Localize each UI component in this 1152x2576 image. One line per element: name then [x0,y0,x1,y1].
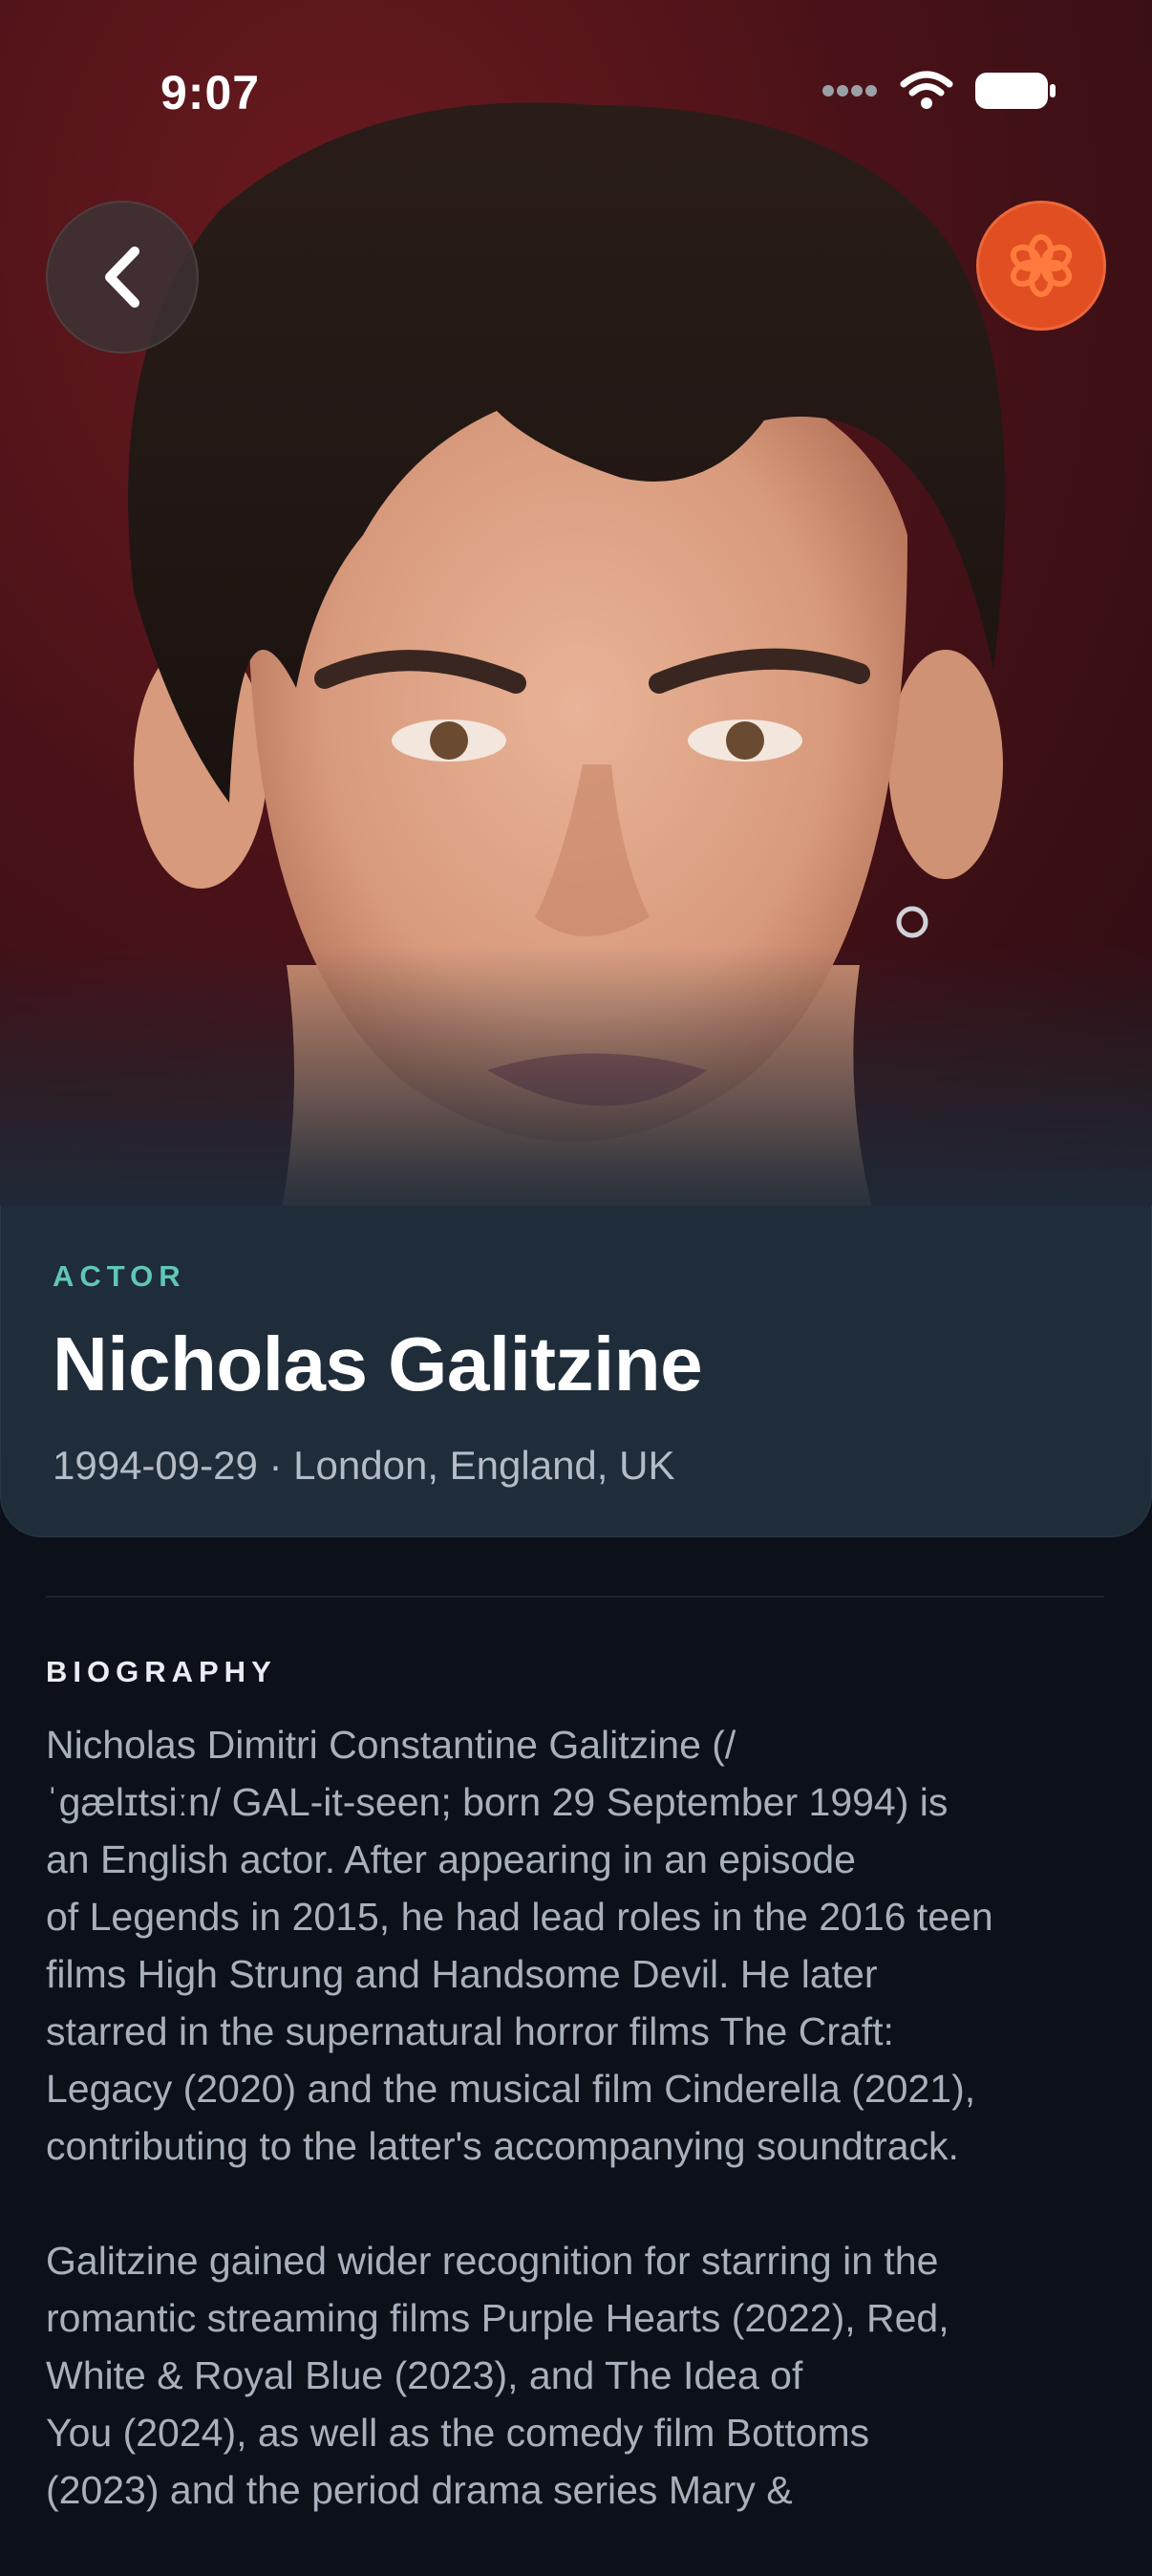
biography-text: Nicholas Dimitri Constantine Galitzine (… [46,1716,1116,2576]
back-button[interactable] [46,201,199,354]
biography-heading: BIOGRAPHY [46,1655,277,1688]
divider [46,1596,1104,1598]
status-bar: 9:07 [0,0,1152,143]
biography-paragraph: Nicholas Dimitri Constantine Galitzine (… [46,1723,993,2168]
wifi-icon [900,71,953,109]
status-time: 9:07 [160,66,261,119]
tmdb-button[interactable] [976,201,1106,331]
birth-info: 1994-09-29 · London, England, UK [53,1443,675,1488]
person-name: Nicholas Galitzine [53,1321,703,1406]
role-label: ACTOR [53,1259,186,1293]
profile-photo [0,0,1152,1233]
chevron-left-icon [105,247,139,308]
biography-paragraph: Galitzine gained wider recognition for s… [46,2239,949,2512]
signal-dots-icon [822,85,877,97]
flower-icon [1010,234,1073,297]
battery-icon [975,73,1056,109]
